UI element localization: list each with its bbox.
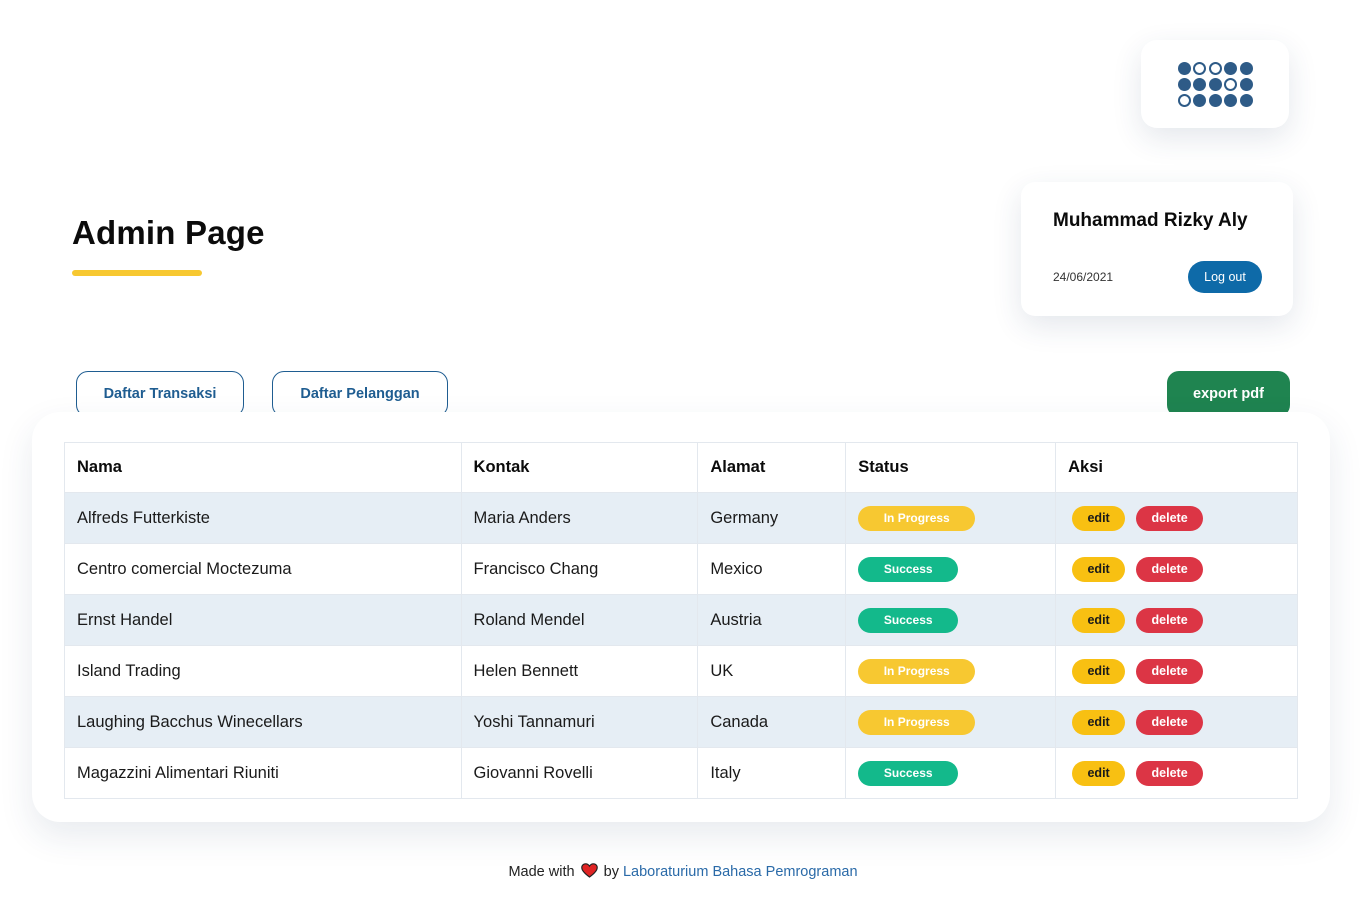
edit-button[interactable]: edit — [1072, 505, 1126, 531]
cell-aksi: edit delete — [1055, 696, 1298, 748]
cell-aksi: edit delete — [1055, 543, 1298, 595]
delete-button[interactable]: delete — [1136, 505, 1204, 531]
table-row: Laughing Bacchus Winecellars Yoshi Tannam… — [64, 696, 1298, 748]
action-group: edit delete — [1068, 760, 1285, 786]
cell-status: In Progress — [845, 492, 1057, 544]
logo-card — [1141, 40, 1289, 128]
cell-status: Success — [845, 747, 1057, 799]
cell-alamat: UK — [697, 645, 847, 697]
action-group: edit delete — [1068, 658, 1285, 684]
action-group: edit delete — [1068, 607, 1285, 633]
edit-button[interactable]: edit — [1072, 709, 1126, 735]
logout-button[interactable]: Log out — [1188, 261, 1262, 293]
cell-aksi: edit delete — [1055, 747, 1298, 799]
cell-kontak: Roland Mendel — [460, 594, 699, 646]
action-group: edit delete — [1068, 505, 1285, 531]
edit-button[interactable]: edit — [1072, 658, 1126, 684]
table-row: Centro comercial Moctezuma Francisco Chan… — [64, 543, 1298, 595]
cell-alamat: Austria — [697, 594, 847, 646]
edit-button[interactable]: edit — [1072, 607, 1126, 633]
title-underline — [72, 270, 202, 276]
column-header-aksi: Aksi — [1055, 442, 1298, 493]
user-card: Muhammad Rizky Aly 24/06/2021 Log out — [1021, 182, 1293, 316]
edit-button[interactable]: edit — [1072, 760, 1126, 786]
cell-nama: Centro comercial Moctezuma — [64, 543, 462, 595]
status-badge: In Progress — [858, 505, 976, 531]
table-row: Magazzini Alimentari Riuniti Giovanni Rov… — [64, 747, 1298, 799]
page-title: Admin Page — [72, 214, 265, 251]
cell-nama: Alfreds Futterkiste — [64, 492, 462, 544]
export-pdf-button[interactable]: export pdf — [1167, 371, 1290, 417]
status-badge: In Progress — [858, 658, 976, 684]
footer-link[interactable]: Laboraturium Bahasa Pemrograman — [623, 864, 858, 880]
cell-status: In Progress — [845, 696, 1057, 748]
delete-button[interactable]: delete — [1136, 760, 1204, 786]
column-header-kontak: Kontak — [460, 442, 699, 493]
table-row: Ernst Handel Roland Mendel Austria Success e… — [64, 594, 1298, 646]
edit-button[interactable]: edit — [1072, 556, 1126, 582]
daftar-transaksi-button[interactable]: Daftar Transaksi — [76, 371, 244, 417]
cell-alamat: Italy — [697, 747, 847, 799]
cell-kontak: Yoshi Tannamuri — [460, 696, 699, 748]
user-name: Muhammad Rizky Aly — [1053, 210, 1248, 231]
cell-alamat: Germany — [697, 492, 847, 544]
delete-button[interactable]: delete — [1136, 556, 1204, 582]
delete-button[interactable]: delete — [1136, 607, 1204, 633]
column-header-nama: Nama — [64, 442, 462, 493]
footer: Made with by Laboraturium Bahasa Pemrogr… — [0, 863, 1366, 882]
cell-aksi: edit delete — [1055, 492, 1298, 544]
cell-alamat: Mexico — [697, 543, 847, 595]
delete-button[interactable]: delete — [1136, 658, 1204, 684]
column-header-alamat: Alamat — [697, 442, 847, 493]
column-header-status: Status — [845, 442, 1057, 493]
cell-nama: Magazzini Alimentari Riuniti — [64, 747, 462, 799]
daftar-pelanggan-button[interactable]: Daftar Pelanggan — [272, 371, 448, 417]
dot-grid-logo-icon — [1177, 61, 1253, 107]
cell-status: In Progress — [845, 645, 1057, 697]
footer-made-with: Made with — [508, 864, 575, 880]
cell-aksi: edit delete — [1055, 594, 1298, 646]
cell-kontak: Francisco Chang — [460, 543, 699, 595]
cell-nama: Laughing Bacchus Winecellars — [64, 696, 462, 748]
action-group: edit delete — [1068, 709, 1285, 735]
cell-kontak: Giovanni Rovelli — [460, 747, 699, 799]
status-badge: Success — [858, 556, 959, 582]
footer-by: by — [603, 864, 619, 880]
table-row: Alfreds Futterkiste Maria Anders Germany In… — [64, 492, 1298, 544]
heart-icon — [580, 863, 598, 882]
action-group: edit delete — [1068, 556, 1285, 582]
table-row: Island Trading Helen Bennett UK In Progress… — [64, 645, 1298, 697]
cell-nama: Ernst Handel — [64, 594, 462, 646]
delete-button[interactable]: delete — [1136, 709, 1204, 735]
status-badge: Success — [858, 760, 959, 786]
cell-aksi: edit delete — [1055, 645, 1298, 697]
cell-kontak: Helen Bennett — [460, 645, 699, 697]
table-header-row: Nama Kontak Alamat Status Aksi — [64, 442, 1298, 493]
cell-kontak: Maria Anders — [460, 492, 699, 544]
cell-alamat: Canada — [697, 696, 847, 748]
status-badge: In Progress — [858, 709, 976, 735]
user-date: 24/06/2021 — [1053, 270, 1114, 284]
cell-status: Success — [845, 594, 1057, 646]
data-table: Nama Kontak Alamat Status Aksi Alfreds F… — [64, 442, 1298, 799]
cell-status: Success — [845, 543, 1057, 595]
status-badge: Success — [858, 607, 959, 633]
cell-nama: Island Trading — [64, 645, 462, 697]
